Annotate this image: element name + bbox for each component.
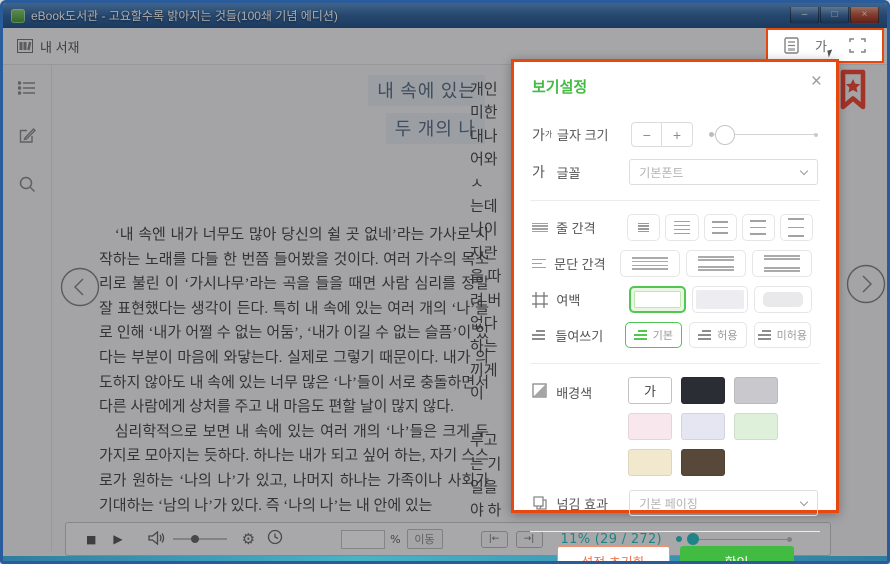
indent-allow-icon (698, 330, 711, 340)
panel-title: 보기설정 (532, 76, 818, 97)
bg-color-swatches: 가 (628, 377, 818, 476)
page-transition-label: 넘김 효과 (557, 494, 630, 513)
app-window: eBook도서관 - 고요할수록 밝아지는 것들(100쇄 기념 에디션) – … (0, 0, 890, 564)
font-face-icon: 가 (532, 162, 557, 182)
confirm-button[interactable]: 확인 (680, 546, 794, 564)
line-spacing-option-5[interactable] (780, 214, 813, 241)
indent-option-disallow[interactable]: 미허용 (754, 322, 811, 348)
bg-color-label: 배경색 (556, 383, 628, 402)
close-icon[interactable]: × (811, 72, 822, 91)
indent-disallow-label: 미허용 (777, 327, 807, 343)
page-transition-icon (532, 495, 557, 511)
line-spacing-icon (532, 223, 556, 232)
page-transition-dropdown[interactable]: 기본 페이징 (629, 490, 818, 516)
paragraph-spacing-label: 문단 간격 (554, 254, 620, 273)
font-size-slider-knob[interactable] (715, 125, 735, 145)
divider (530, 200, 820, 201)
indent-option-default[interactable]: 기본 (625, 322, 682, 348)
font-size-minus-button[interactable]: − (632, 123, 662, 146)
page-layout-icon[interactable] (784, 37, 799, 54)
font-face-value: 기본폰트 (639, 164, 683, 181)
font-face-label: 글꼴 (557, 163, 630, 182)
font-size-plus-button[interactable]: + (662, 123, 691, 146)
chevron-down-icon (800, 498, 808, 506)
margin-option-3[interactable] (754, 286, 812, 313)
margin-option-1-selected[interactable] (629, 286, 686, 313)
bg-swatch-pink[interactable] (628, 413, 672, 440)
indent-option-allow[interactable]: 허용 (689, 322, 746, 348)
indent-default-label: 기본 (653, 327, 673, 343)
margin-label: 여백 (556, 290, 628, 309)
font-face-dropdown[interactable]: 기본폰트 (629, 159, 818, 185)
line-spacing-option-2[interactable] (665, 214, 698, 241)
bg-swatch-brown[interactable] (681, 449, 725, 476)
indent-default-icon (634, 330, 647, 340)
fullscreen-icon[interactable] (849, 38, 866, 53)
bg-swatch-dark[interactable] (681, 377, 725, 404)
bg-swatch-white[interactable]: 가 (628, 377, 672, 404)
font-size-label: 글자 크기 (557, 125, 631, 144)
chevron-down-icon (800, 167, 808, 175)
paragraph-spacing-option-2[interactable] (686, 250, 746, 277)
bg-swatch-lavender[interactable] (681, 413, 725, 440)
bg-color-icon (532, 383, 556, 398)
bg-swatch-cream[interactable] (628, 449, 672, 476)
line-spacing-option-3[interactable] (704, 214, 737, 241)
paragraph-spacing-option-3[interactable] (752, 250, 812, 277)
indent-disallow-icon (758, 330, 771, 340)
font-settings-icon[interactable]: 가 (815, 36, 833, 55)
divider (530, 531, 820, 532)
line-spacing-option-4[interactable] (742, 214, 775, 241)
indent-label: 들여쓰기 (555, 326, 624, 345)
paragraph-spacing-icon (532, 259, 554, 269)
margin-icon (532, 292, 556, 308)
font-size-slider[interactable] (709, 123, 818, 147)
bg-swatch-green[interactable] (734, 413, 778, 440)
font-size-icon: 가가 (532, 125, 557, 145)
view-settings-panel: 보기설정 × 가가 글자 크기 − + 가 글꼴 기본폰트 (511, 59, 839, 513)
divider (530, 363, 820, 364)
reset-settings-button[interactable]: 설정 초기화 (557, 546, 670, 564)
line-spacing-label: 줄 간격 (556, 218, 627, 237)
bg-swatch-gray[interactable] (734, 377, 778, 404)
indent-allow-label: 허용 (717, 327, 737, 343)
font-size-stepper: − + (631, 122, 692, 147)
paragraph-spacing-option-1[interactable] (620, 250, 680, 277)
line-spacing-option-1[interactable] (627, 214, 660, 241)
page-transition-value: 기본 페이징 (639, 495, 698, 512)
view-tools-highlight: 가 (766, 28, 884, 63)
margin-option-2[interactable] (692, 286, 749, 313)
indent-icon (532, 330, 555, 340)
